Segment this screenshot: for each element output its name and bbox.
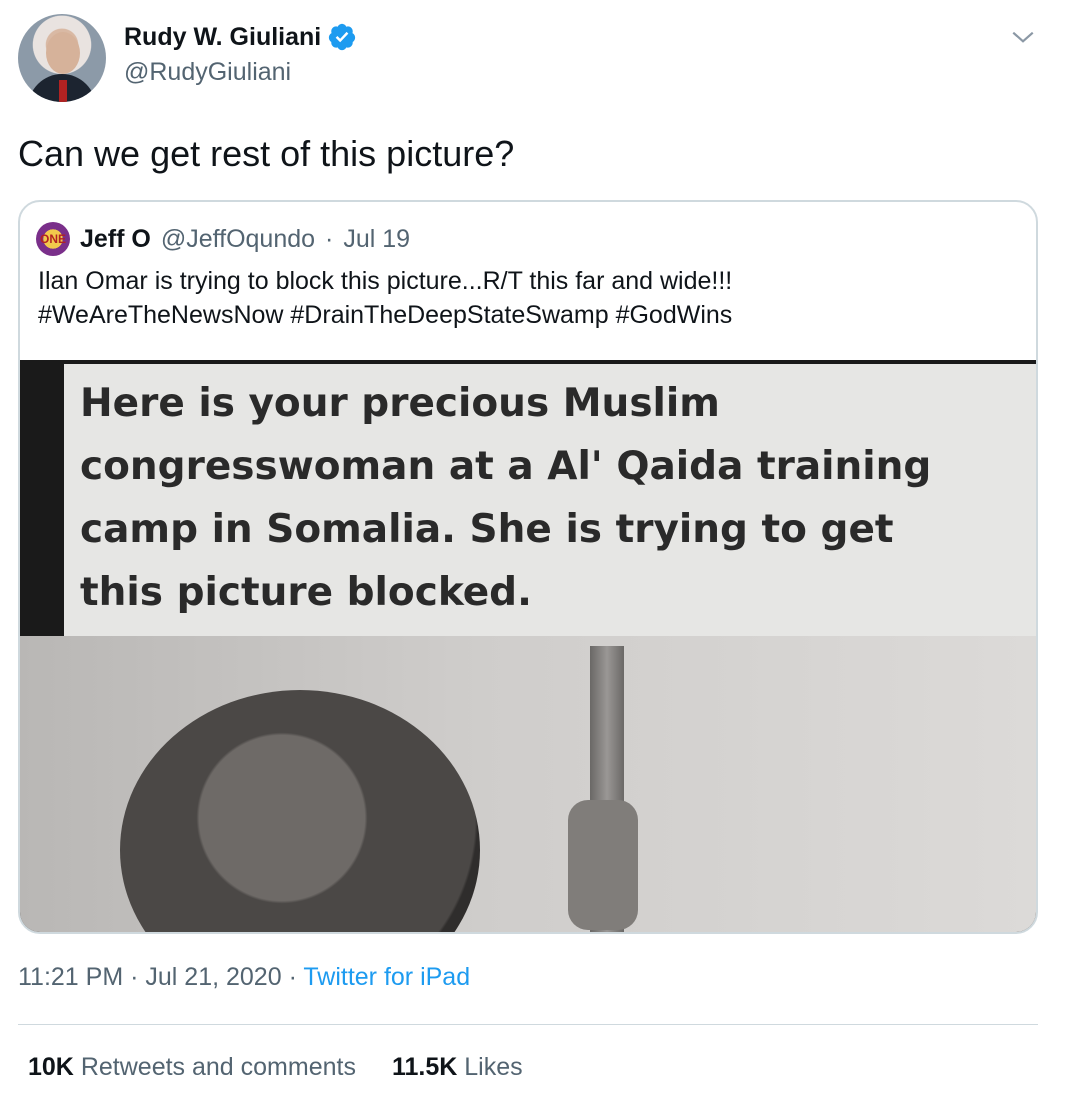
tweet-time[interactable]: 11:21 PM — [18, 963, 123, 991]
tweet-source-link[interactable]: Twitter for iPad — [303, 963, 470, 991]
quoted-avatar-text: ONE — [39, 232, 66, 246]
quoted-author-avatar[interactable]: ONE — [36, 222, 70, 256]
meta-separator: · — [130, 963, 139, 991]
tweet-meta: 11:21 PM · Jul 21, 2020 · Twitter for iP… — [18, 963, 470, 992]
separator-dot: · — [325, 224, 334, 253]
quoted-text-line-1: Ilan Omar is trying to block this pictur… — [38, 267, 733, 295]
author-handle[interactable]: @RudyGiuliani — [124, 58, 291, 87]
avatar-face — [46, 32, 80, 74]
author-name-row[interactable]: Rudy W. Giuliani — [124, 22, 357, 52]
author-name[interactable]: Rudy W. Giuliani — [124, 23, 321, 52]
tweet-text: Can we get rest of this picture? — [18, 133, 515, 174]
image-caption-text: Here is your precious Muslim congresswom… — [80, 381, 932, 615]
quoted-text-hashtags[interactable]: #WeAreTheNewsNow #DrainTheDeepStateSwamp… — [38, 298, 1028, 332]
quoted-tweet-header: ONE Jeff O @JeffOqundo · Jul 19 — [36, 222, 410, 256]
author-avatar[interactable] — [18, 14, 106, 102]
likes-stat[interactable]: 11.5K Likes — [392, 1053, 523, 1082]
quoted-author-handle[interactable]: @JeffOqundo — [161, 225, 315, 254]
avatar-tie — [59, 80, 67, 102]
image-pole-detail — [568, 800, 638, 930]
chevron-down-icon[interactable] — [1010, 24, 1036, 50]
likes-count: 11.5K — [391, 1053, 458, 1081]
quoted-tweet-text: Ilan Omar is trying to block this pictur… — [38, 264, 1028, 332]
quoted-tweet-date[interactable]: Jul 19 — [343, 225, 410, 254]
retweets-label: Retweets and comments — [80, 1053, 356, 1081]
quoted-tweet-card[interactable]: ONE Jeff O @JeffOqundo · Jul 19 Ilan Oma… — [18, 200, 1038, 934]
quoted-author-name[interactable]: Jeff O — [80, 225, 151, 254]
likes-label: Likes — [464, 1053, 523, 1081]
divider — [18, 1024, 1038, 1025]
meta-separator: · — [288, 963, 297, 991]
quoted-tweet-image[interactable]: Here is your precious Muslim congresswom… — [20, 360, 1036, 932]
retweets-count: 10K — [28, 1053, 74, 1081]
tweet-stats: 10K Retweets and comments 11.5K Likes — [28, 1053, 523, 1082]
verified-badge-icon — [329, 23, 356, 51]
retweets-stat[interactable]: 10K Retweets and comments — [28, 1053, 356, 1082]
tweet-date[interactable]: Jul 21, 2020 — [145, 963, 281, 991]
